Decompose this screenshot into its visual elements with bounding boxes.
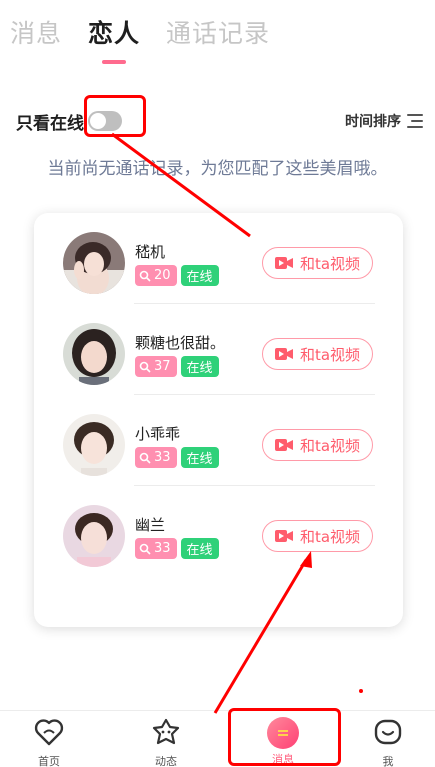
bottom-nav: 首页 动态 消息 我 xyxy=(0,710,435,767)
no-records-hint: 当前尚无通话记录，为您匹配了这些美眉哦。 xyxy=(47,159,388,179)
video-call-button[interactable]: 和ta视频 xyxy=(262,338,373,370)
annotation-box-toggle xyxy=(84,95,146,137)
annotation-box-messages xyxy=(228,708,341,766)
match-card: 嵇机 20 在线 和ta视频 颗糖也很甜。 37 在线 和ta视频 小乖乖 33… xyxy=(34,213,403,627)
level-badge: 33 xyxy=(135,538,177,559)
user-avatar[interactable] xyxy=(63,505,125,567)
gender-female-icon xyxy=(139,543,151,555)
video-camera-icon xyxy=(274,257,293,269)
tab-messages[interactable]: 消息 xyxy=(10,14,62,50)
user-name: 嵇机 xyxy=(135,243,166,261)
filter-row: 只看在线 时间排序 xyxy=(16,108,423,134)
nav-me-label: 我 xyxy=(382,755,394,767)
user-avatar[interactable] xyxy=(63,232,125,294)
user-name: 颗糖也很甜。 xyxy=(135,334,226,352)
user-name: 小乖乖 xyxy=(135,425,181,443)
level-badge: 33 xyxy=(135,447,177,468)
nav-moments-label: 动态 xyxy=(155,755,177,767)
level-value: 33 xyxy=(154,541,171,556)
sort-button[interactable]: 时间排序 xyxy=(345,111,423,131)
user-name: 幽兰 xyxy=(135,516,166,534)
video-camera-icon xyxy=(274,439,293,451)
gender-female-icon xyxy=(139,270,151,282)
gender-female-icon xyxy=(139,361,151,373)
user-row[interactable]: 幽兰 33 在线 和ta视频 xyxy=(34,486,403,577)
video-call-label: 和ta视频 xyxy=(299,345,361,364)
level-value: 33 xyxy=(154,450,171,465)
user-badges: 20 在线 xyxy=(135,265,219,286)
level-value: 37 xyxy=(154,359,171,374)
online-status-badge: 在线 xyxy=(180,447,219,468)
video-camera-icon xyxy=(274,348,293,360)
online-status-badge: 在线 xyxy=(180,265,219,286)
user-avatar[interactable] xyxy=(63,323,125,385)
smile-face-icon xyxy=(374,719,402,745)
tab-lovers[interactable]: 恋人 xyxy=(88,14,140,50)
gender-female-icon xyxy=(139,452,151,464)
video-camera-icon xyxy=(274,530,293,542)
video-call-label: 和ta视频 xyxy=(299,436,361,455)
video-call-button[interactable]: 和ta视频 xyxy=(262,520,373,552)
user-row[interactable]: 颗糖也很甜。 37 在线 和ta视频 xyxy=(34,304,403,395)
nav-me[interactable]: 我 xyxy=(358,717,418,767)
user-badges: 33 在线 xyxy=(135,447,219,468)
online-status-badge: 在线 xyxy=(180,356,219,377)
level-badge: 20 xyxy=(135,265,177,286)
video-call-label: 和ta视频 xyxy=(299,527,361,546)
online-status-badge: 在线 xyxy=(180,538,219,559)
heart-chat-icon xyxy=(34,719,64,746)
nav-home-label: 首页 xyxy=(38,755,60,767)
video-call-button[interactable]: 和ta视频 xyxy=(262,429,373,461)
user-badges: 33 在线 xyxy=(135,538,219,559)
user-row[interactable]: 嵇机 20 在线 和ta视频 xyxy=(34,213,403,304)
nav-home[interactable]: 首页 xyxy=(19,717,79,767)
video-call-button[interactable]: 和ta视频 xyxy=(262,247,373,279)
nav-moments[interactable]: 动态 xyxy=(136,717,196,767)
sort-lines-icon xyxy=(407,114,423,128)
star-face-icon xyxy=(152,718,180,745)
video-call-label: 和ta视频 xyxy=(299,254,361,273)
sort-label: 时间排序 xyxy=(345,114,401,130)
level-badge: 37 xyxy=(135,356,177,377)
online-only-label: 只看在线 xyxy=(16,113,84,134)
user-avatar[interactable] xyxy=(63,414,125,476)
level-value: 20 xyxy=(154,268,171,283)
user-row[interactable]: 小乖乖 33 在线 和ta视频 xyxy=(34,395,403,486)
top-tabs: 消息 恋人 通话记录 xyxy=(10,14,296,50)
user-badges: 37 在线 xyxy=(135,356,219,377)
tab-call-records[interactable]: 通话记录 xyxy=(166,14,270,50)
